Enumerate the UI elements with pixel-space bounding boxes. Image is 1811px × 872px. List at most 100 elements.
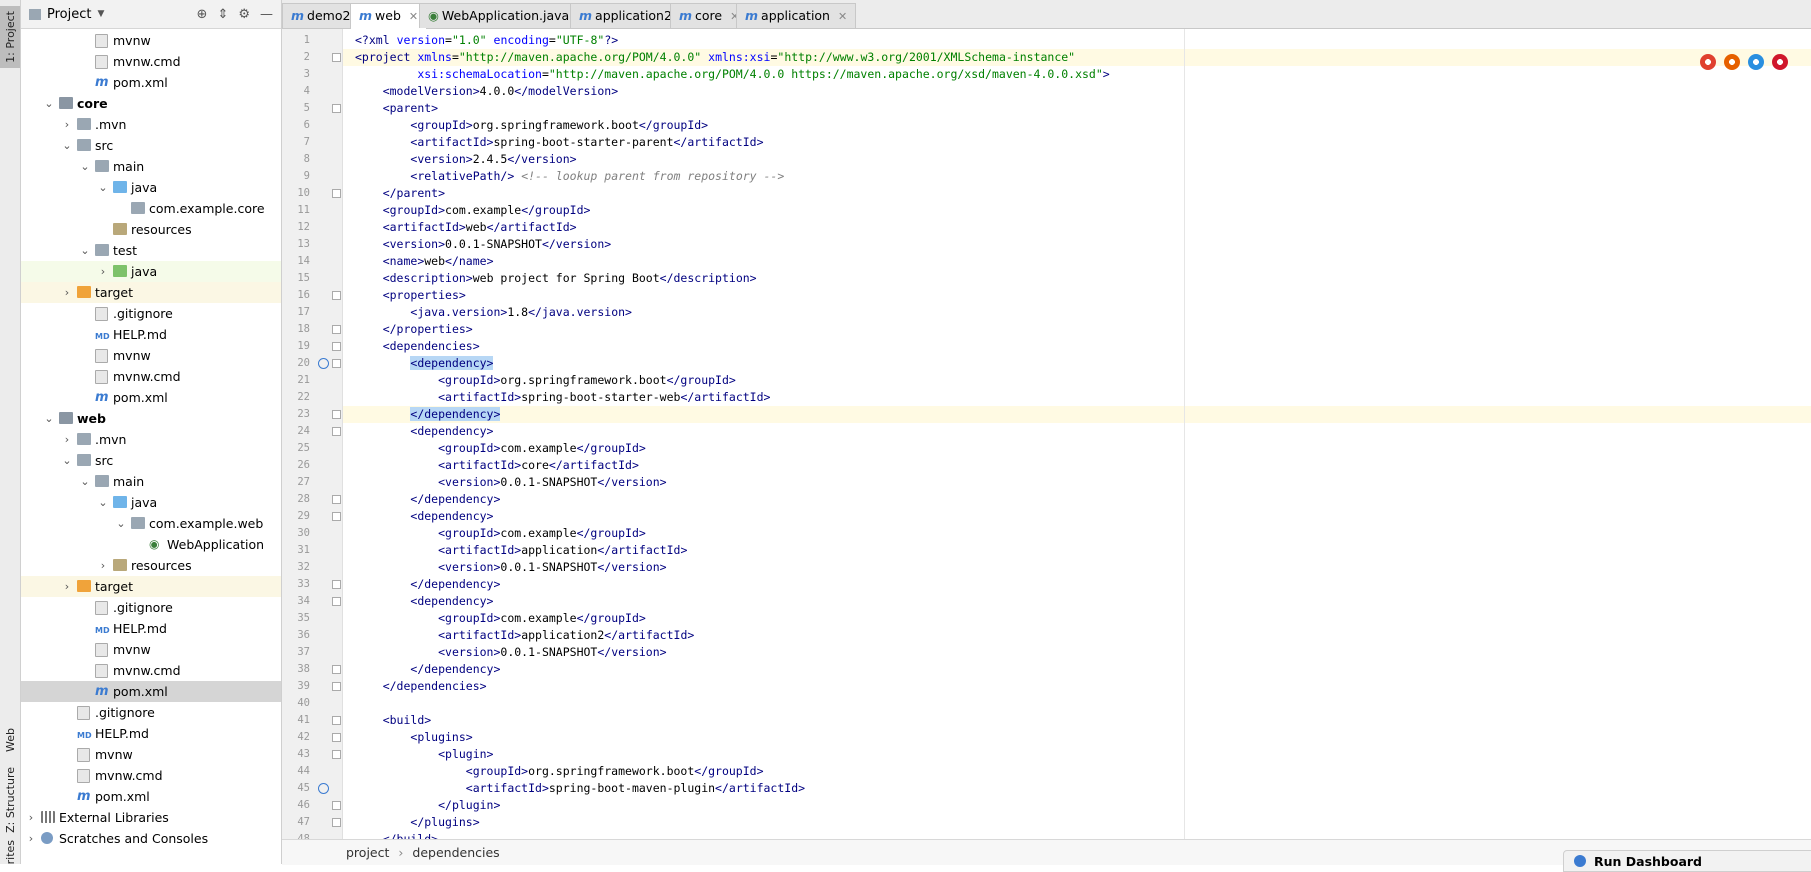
fold-marker-icon[interactable] (332, 682, 341, 691)
chevron-down-icon[interactable]: ⌄ (97, 177, 109, 198)
tree-item[interactable]: › .mvn (21, 429, 281, 450)
chevron-down-icon[interactable]: ⌄ (61, 450, 73, 471)
tree-item[interactable]: m pom.xml (21, 387, 281, 408)
collapse-all-icon[interactable]: ⇕ (217, 7, 228, 22)
tree-item[interactable]: mvnw (21, 744, 281, 765)
fold-marker-icon[interactable] (332, 750, 341, 759)
tree-item[interactable]: ◉ WebApplication (21, 534, 281, 555)
fold-marker-icon[interactable] (332, 427, 341, 436)
tree-item[interactable]: ⌄ core (21, 93, 281, 114)
tree-item[interactable]: ⌄ main (21, 471, 281, 492)
chevron-down-icon[interactable]: ⌄ (79, 471, 91, 492)
tree-item[interactable]: mvnw.cmd (21, 366, 281, 387)
navigate-gutter-icon[interactable] (318, 358, 329, 369)
chevron-down-icon[interactable]: ⌄ (115, 513, 127, 534)
tree-item[interactable]: MD HELP.md (21, 324, 281, 345)
tree-item[interactable]: › Scratches and Consoles (21, 828, 281, 849)
chevron-right-icon[interactable]: › (25, 807, 37, 828)
tree-item[interactable]: › .mvn (21, 114, 281, 135)
chevron-right-icon[interactable]: › (25, 828, 37, 849)
fold-marker-icon[interactable] (332, 801, 341, 810)
opera-icon[interactable] (1772, 54, 1788, 70)
fold-marker-icon[interactable] (332, 665, 341, 674)
safari-icon[interactable] (1748, 54, 1764, 70)
favorites-tool-tab[interactable]: rites (0, 840, 20, 864)
chevron-right-icon[interactable]: › (61, 429, 73, 450)
tree-item[interactable]: › java (21, 261, 281, 282)
tree-item[interactable]: mvnw.cmd (21, 660, 281, 681)
web-tool-tab[interactable]: Web (0, 720, 20, 760)
chevron-down-icon[interactable]: ⌄ (61, 135, 73, 156)
chevron-right-icon[interactable]: › (97, 555, 109, 576)
fold-marker-icon[interactable] (332, 53, 341, 62)
fold-marker-icon[interactable] (332, 291, 341, 300)
fold-marker-icon[interactable] (332, 359, 341, 368)
chevron-down-icon[interactable]: ▼ (97, 9, 104, 19)
editor-tab[interactable]: m web ✕ (350, 3, 428, 29)
chevron-down-icon[interactable]: ⌄ (43, 93, 55, 114)
chevron-right-icon[interactable]: › (61, 114, 73, 135)
tree-item[interactable]: m pom.xml (21, 72, 281, 93)
fold-marker-icon[interactable] (332, 410, 341, 419)
locate-icon[interactable]: ⊕ (197, 7, 208, 22)
tree-item[interactable]: mvnw (21, 345, 281, 366)
tree-item[interactable]: mvnw.cmd (21, 765, 281, 786)
fold-marker-icon[interactable] (332, 580, 341, 589)
fold-marker-icon[interactable] (332, 495, 341, 504)
chevron-down-icon[interactable]: ⌄ (79, 156, 91, 177)
fold-marker-icon[interactable] (332, 325, 341, 334)
editor-tab[interactable]: ◉WebApplication.java✕ (419, 3, 596, 28)
tree-item[interactable]: ⌄ com.example.web (21, 513, 281, 534)
close-icon[interactable]: ✕ (838, 10, 847, 23)
fold-marker-icon[interactable] (332, 342, 341, 351)
tree-item[interactable]: ⌄ java (21, 177, 281, 198)
chevron-down-icon[interactable]: ⌄ (79, 240, 91, 261)
chevron-right-icon[interactable]: › (61, 282, 73, 303)
chrome-icon[interactable] (1700, 54, 1716, 70)
tree-item[interactable]: mvnw.cmd (21, 51, 281, 72)
close-icon[interactable]: ✕ (409, 10, 418, 23)
chevron-right-icon[interactable]: › (61, 576, 73, 597)
tree-item[interactable]: › External Libraries (21, 807, 281, 828)
code-editor[interactable]: <?xml version="1.0" encoding="UTF-8"?> <p… (343, 29, 1811, 839)
gear-icon[interactable]: ⚙ (238, 7, 250, 22)
breadcrumb-item-dependencies[interactable]: dependencies (412, 845, 499, 860)
navigate-gutter-icon[interactable] (318, 783, 329, 794)
tree-item[interactable]: ⌄ src (21, 450, 281, 471)
firefox-icon[interactable] (1724, 54, 1740, 70)
tree-item[interactable]: .gitignore (21, 702, 281, 723)
project-tool-tab[interactable]: 1: Project (0, 6, 20, 68)
tree-item[interactable]: com.example.core (21, 198, 281, 219)
tree-item[interactable]: › target (21, 282, 281, 303)
tree-item[interactable]: m pom.xml (21, 786, 281, 807)
structure-tool-tab[interactable]: Z: Structure (0, 760, 20, 840)
fold-marker-icon[interactable] (332, 189, 341, 198)
fold-marker-icon[interactable] (332, 716, 341, 725)
chevron-down-icon[interactable]: ⌄ (43, 408, 55, 429)
hide-icon[interactable]: — (260, 7, 273, 22)
tree-item[interactable]: .gitignore (21, 597, 281, 618)
tree-item[interactable]: .gitignore (21, 303, 281, 324)
tree-item[interactable]: › resources (21, 555, 281, 576)
fold-marker-icon[interactable] (332, 733, 341, 742)
tree-item[interactable]: ⌄ java (21, 492, 281, 513)
fold-marker-icon[interactable] (332, 512, 341, 521)
tree-item[interactable]: MD HELP.md (21, 723, 281, 744)
tree-item[interactable]: mvnw (21, 30, 281, 51)
tree-item[interactable]: ⌄ test (21, 240, 281, 261)
chevron-down-icon[interactable]: ⌄ (97, 492, 109, 513)
run-dashboard-tab[interactable]: Run Dashboard (1563, 850, 1811, 872)
chevron-right-icon[interactable]: › (97, 261, 109, 282)
editor-tab[interactable]: m application ✕ (736, 3, 857, 28)
tree-item[interactable]: ⌄ src (21, 135, 281, 156)
fold-marker-icon[interactable] (332, 818, 341, 827)
tree-item[interactable]: MD HELP.md (21, 618, 281, 639)
project-panel-title[interactable]: Project (47, 7, 91, 22)
tree-item[interactable]: › target (21, 576, 281, 597)
breadcrumb-item-project[interactable]: project (346, 845, 389, 860)
tree-item[interactable]: resources (21, 219, 281, 240)
tree-item[interactable]: m pom.xml (21, 681, 281, 702)
tree-item[interactable]: ⌄ web (21, 408, 281, 429)
tree-item[interactable]: ⌄ main (21, 156, 281, 177)
tree-item[interactable]: mvnw (21, 639, 281, 660)
